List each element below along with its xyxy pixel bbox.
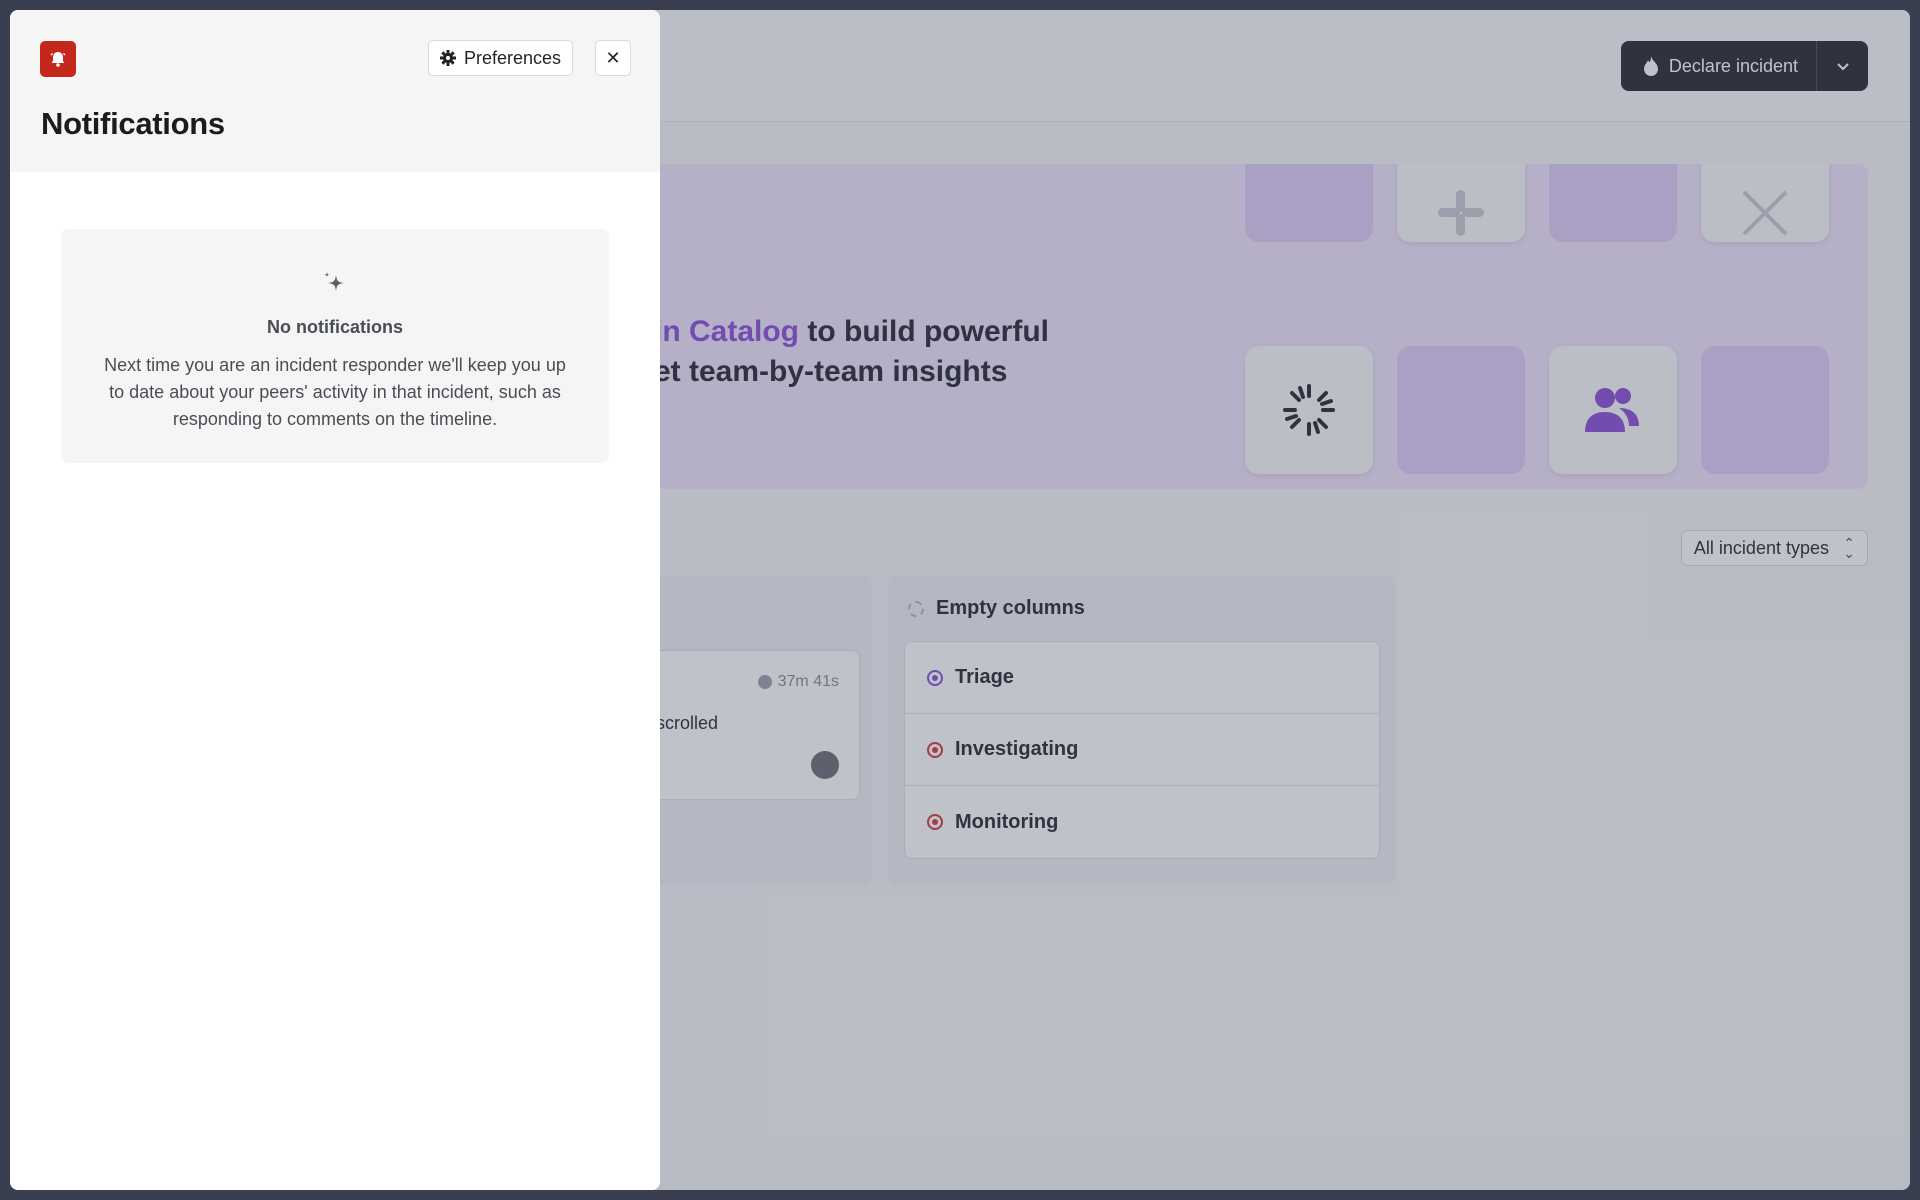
preferences-label: Preferences [464, 47, 562, 68]
empty-state: No notifications Next time you are an in… [61, 229, 609, 463]
empty-state-title: No notifications [267, 317, 403, 337]
page-title: Notifications [41, 106, 225, 141]
drawer-header: Preferences ✕ Notifications [10, 10, 660, 172]
bell-icon [40, 41, 76, 77]
sparkle-icon [324, 272, 344, 291]
bell-glyph [50, 52, 66, 67]
close-button[interactable]: ✕ [595, 40, 631, 76]
notifications-drawer: Preferences ✕ Notifications No notificat… [10, 10, 660, 1190]
close-icon: ✕ [605, 47, 621, 69]
preferences-button[interactable]: Preferences [428, 40, 574, 76]
gear-icon [440, 50, 456, 66]
empty-state-description: Next time you are an incident responder … [104, 355, 566, 429]
